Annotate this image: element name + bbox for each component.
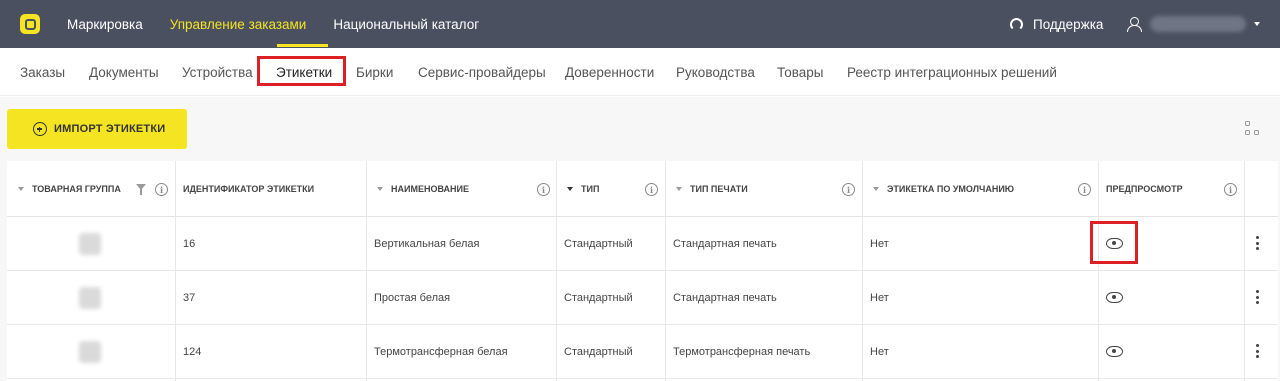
sort-icon bbox=[567, 187, 573, 191]
info-icon[interactable]: i bbox=[155, 183, 168, 196]
chevron-down-icon bbox=[1254, 22, 1260, 26]
top-nav-item-marking[interactable]: Маркировка bbox=[67, 17, 143, 32]
tab-tags[interactable]: Бирки bbox=[356, 65, 393, 80]
labels-table: ТОВАРНАЯ ГРУППА i ИДЕНТИФИКАТОР ЭТИКЕТКИ… bbox=[7, 161, 1278, 381]
tab-powers-of-attorney[interactable]: Доверенности bbox=[565, 65, 654, 80]
table-header: ТОВАРНАЯ ГРУППА i ИДЕНТИФИКАТОР ЭТИКЕТКИ… bbox=[7, 161, 1278, 217]
cell-default-label: Нет bbox=[870, 346, 889, 358]
product-group-thumbnail bbox=[79, 287, 101, 309]
info-icon[interactable]: i bbox=[1078, 183, 1091, 196]
tab-orders[interactable]: Заказы bbox=[20, 65, 65, 80]
tab-devices[interactable]: Устройства bbox=[182, 65, 253, 80]
active-tab-indicator bbox=[277, 44, 328, 47]
tab-documents[interactable]: Документы bbox=[89, 65, 159, 80]
top-nav-item-orders[interactable]: Управление заказами bbox=[170, 17, 307, 32]
top-nav: Маркировка Управление заказами Националь… bbox=[67, 0, 506, 48]
cell-type: Стандартный bbox=[564, 292, 633, 304]
sort-icon bbox=[873, 187, 879, 191]
headset-icon bbox=[1010, 17, 1023, 31]
more-vert-icon[interactable] bbox=[1256, 344, 1259, 358]
column-settings-icon[interactable] bbox=[1245, 121, 1261, 137]
cell-name: Термотрансферная белая bbox=[374, 346, 508, 358]
top-nav-item-catalog[interactable]: Национальный каталог bbox=[333, 17, 479, 32]
filter-icon[interactable] bbox=[136, 184, 146, 195]
product-group-thumbnail bbox=[79, 341, 101, 363]
eye-icon[interactable] bbox=[1106, 292, 1123, 303]
sort-icon bbox=[377, 187, 383, 191]
logo-icon[interactable] bbox=[20, 14, 40, 34]
top-bar: Маркировка Управление заказами Националь… bbox=[0, 0, 1280, 48]
support-label: Поддержка bbox=[1033, 16, 1104, 32]
eye-icon[interactable] bbox=[1106, 346, 1123, 357]
table-row[interactable]: 124 Термотрансферная белая Стандартный Т… bbox=[7, 325, 1278, 379]
cell-type: Стандартный bbox=[564, 346, 633, 358]
user-name-redacted bbox=[1150, 16, 1246, 32]
col-header-label-id[interactable]: ИДЕНТИФИКАТОР ЭТИКЕТКИ bbox=[183, 161, 314, 217]
tab-service-providers[interactable]: Сервис-провайдеры bbox=[418, 65, 546, 80]
col-header-preview[interactable]: ПРЕДПРОСМОТР bbox=[1106, 161, 1183, 217]
section-tabs: Заказы Документы Устройства Этикетки Бир… bbox=[0, 48, 1280, 96]
plus-circle-icon bbox=[33, 122, 47, 136]
cell-label-id: 37 bbox=[183, 292, 196, 304]
cell-default-label: Нет bbox=[870, 292, 889, 304]
table-row[interactable]: 16 Вертикальная белая Стандартный Станда… bbox=[7, 217, 1278, 271]
col-header-default-label[interactable]: ЭТИКЕТКА ПО УМОЛЧАНИЮ bbox=[873, 161, 1014, 217]
cell-label-id: 124 bbox=[183, 346, 202, 358]
preview-highlight-box bbox=[1090, 221, 1138, 264]
cell-name: Вертикальная белая bbox=[374, 238, 480, 250]
col-header-type[interactable]: ТИП bbox=[567, 161, 599, 217]
cell-name: Простая белая bbox=[374, 292, 451, 304]
info-icon[interactable]: i bbox=[842, 183, 855, 196]
tab-products[interactable]: Товары bbox=[777, 65, 823, 80]
cell-default-label: Нет bbox=[870, 238, 889, 250]
user-icon bbox=[1127, 17, 1142, 32]
cell-print-type: Стандартная печать bbox=[673, 292, 777, 304]
content-area: ИМПОРТ ЭТИКЕТКИ ТОВАРНАЯ ГРУППА i ИДЕНТИ… bbox=[0, 97, 1280, 381]
support-link[interactable]: Поддержка bbox=[1010, 0, 1103, 48]
cell-type: Стандартный bbox=[564, 238, 633, 250]
sort-icon bbox=[18, 187, 24, 191]
more-vert-icon[interactable] bbox=[1256, 290, 1259, 304]
product-group-thumbnail bbox=[79, 233, 101, 255]
cell-print-type: Стандартная печать bbox=[673, 238, 777, 250]
info-icon[interactable]: i bbox=[537, 183, 550, 196]
info-icon[interactable]: i bbox=[645, 183, 658, 196]
col-header-product-group[interactable]: ТОВАРНАЯ ГРУППА bbox=[18, 161, 121, 217]
col-header-name[interactable]: НАИМЕНОВАНИЕ bbox=[377, 161, 469, 217]
cell-print-type: Термотрансферная печать bbox=[673, 346, 811, 358]
cell-label-id: 16 bbox=[183, 238, 196, 250]
user-menu[interactable] bbox=[1127, 0, 1260, 48]
col-header-print-type[interactable]: ТИП ПЕЧАТИ bbox=[676, 161, 748, 217]
import-label-text: ИМПОРТ ЭТИКЕТКИ bbox=[54, 123, 166, 135]
more-vert-icon[interactable] bbox=[1256, 236, 1259, 250]
tab-integration-registry[interactable]: Реестр интеграционных решений bbox=[847, 65, 1057, 80]
info-icon[interactable]: i bbox=[1224, 183, 1237, 196]
sort-icon bbox=[676, 187, 682, 191]
tab-manuals[interactable]: Руководства bbox=[676, 65, 755, 80]
import-label-button[interactable]: ИМПОРТ ЭТИКЕТКИ bbox=[7, 109, 187, 149]
active-tab-highlight-box bbox=[257, 56, 346, 86]
table-row[interactable]: 37 Простая белая Стандартный Стандартная… bbox=[7, 271, 1278, 325]
